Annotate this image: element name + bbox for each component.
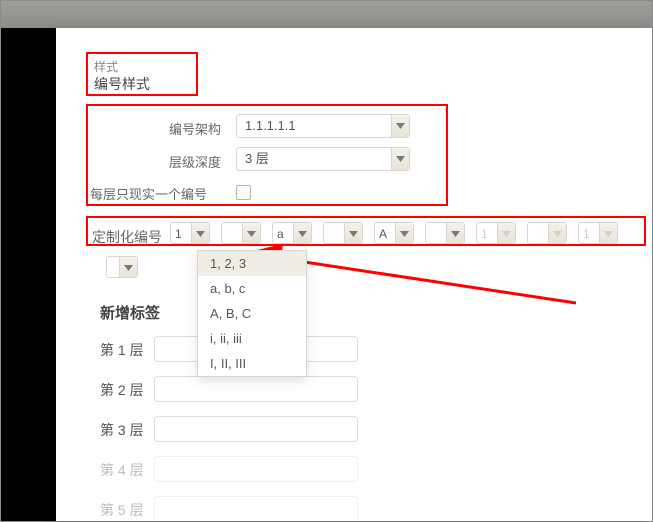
settings-sheet: 样式 编号样式 编号架构 1.1.1.1.1 层级深度 3 层 每层只现实一个编… bbox=[56, 28, 652, 521]
level-label: 第 1 层 bbox=[100, 340, 144, 360]
chevron-down-icon bbox=[395, 223, 413, 243]
depth-select-value: 3 层 bbox=[245, 148, 389, 170]
chevron-down-icon bbox=[391, 148, 409, 170]
frame: 样式 编号样式 编号架构 1.1.1.1.1 层级深度 3 层 每层只现实一个编… bbox=[0, 0, 653, 522]
custom-slot-value bbox=[226, 223, 240, 243]
custom-slot-3[interactable]: a bbox=[272, 222, 312, 244]
page-title: 编号样式 bbox=[94, 74, 150, 94]
dropdown-option[interactable]: 1, 2, 3 bbox=[198, 251, 306, 276]
depth-label: 层级深度 bbox=[169, 152, 221, 171]
custom-slot-2[interactable] bbox=[221, 222, 261, 244]
level-label: 第 2 层 bbox=[100, 380, 144, 400]
chevron-down-icon bbox=[599, 223, 617, 243]
single-label: 每层只现实一个编号 bbox=[90, 184, 207, 203]
arch-select[interactable]: 1.1.1.1.1 bbox=[236, 114, 410, 138]
level-label: 第 4 层 bbox=[100, 460, 144, 480]
level-label: 第 3 层 bbox=[100, 420, 144, 440]
custom-slot-9[interactable]: 1 bbox=[578, 222, 618, 244]
custom-slot-value bbox=[328, 223, 342, 243]
chevron-down-icon bbox=[119, 257, 137, 277]
chevron-down-icon bbox=[344, 223, 362, 243]
custom-label: 定制化编号 bbox=[92, 227, 162, 247]
custom-slot-value: 1 bbox=[583, 223, 597, 243]
chevron-down-icon bbox=[391, 115, 409, 137]
level-input[interactable] bbox=[154, 416, 358, 442]
single-checkbox[interactable] bbox=[236, 185, 251, 200]
dropdown-option[interactable]: A, B, C bbox=[198, 301, 306, 326]
window-top-strip bbox=[1, 1, 652, 28]
custom-slot-value bbox=[430, 223, 444, 243]
tags-section-title: 新增标签 bbox=[100, 302, 160, 323]
chevron-down-icon bbox=[191, 223, 209, 243]
chevron-down-icon bbox=[446, 223, 464, 243]
dark-side-panel bbox=[1, 28, 56, 521]
chevron-down-icon bbox=[242, 223, 260, 243]
numbering-style-dropdown[interactable]: 1, 2, 3a, b, cA, B, Ci, ii, iiiI, II, II… bbox=[197, 250, 307, 377]
custom-slot-value: 1 bbox=[175, 223, 189, 243]
custom-slot-value bbox=[532, 223, 546, 243]
chevron-down-icon bbox=[497, 223, 515, 243]
level-input bbox=[154, 496, 358, 521]
dropdown-option[interactable]: I, II, III bbox=[198, 351, 306, 376]
dropdown-option[interactable]: i, ii, iii bbox=[198, 326, 306, 351]
level-input[interactable] bbox=[154, 376, 358, 402]
chevron-down-icon bbox=[293, 223, 311, 243]
custom-slot-8[interactable] bbox=[527, 222, 567, 244]
arch-label: 编号架构 bbox=[169, 119, 221, 138]
chevron-down-icon bbox=[548, 223, 566, 243]
custom-slot-1[interactable]: 1 bbox=[170, 222, 210, 244]
category-label: 样式 bbox=[94, 58, 118, 75]
level-label: 第 5 层 bbox=[100, 500, 144, 520]
dropdown-option[interactable]: a, b, c bbox=[198, 276, 306, 301]
arch-select-value: 1.1.1.1.1 bbox=[245, 115, 389, 137]
level-input bbox=[154, 456, 358, 482]
custom-slot-7[interactable]: 1 bbox=[476, 222, 516, 244]
custom-slot-value: a bbox=[277, 223, 291, 243]
depth-select[interactable]: 3 层 bbox=[236, 147, 410, 171]
custom-slot-value: 1 bbox=[481, 223, 495, 243]
custom-slot-4[interactable] bbox=[323, 222, 363, 244]
custom-slot-6[interactable] bbox=[425, 222, 465, 244]
custom-slot-value: A bbox=[379, 223, 393, 243]
custom-slot-5[interactable]: A bbox=[374, 222, 414, 244]
custom-extra-select[interactable] bbox=[106, 256, 138, 278]
